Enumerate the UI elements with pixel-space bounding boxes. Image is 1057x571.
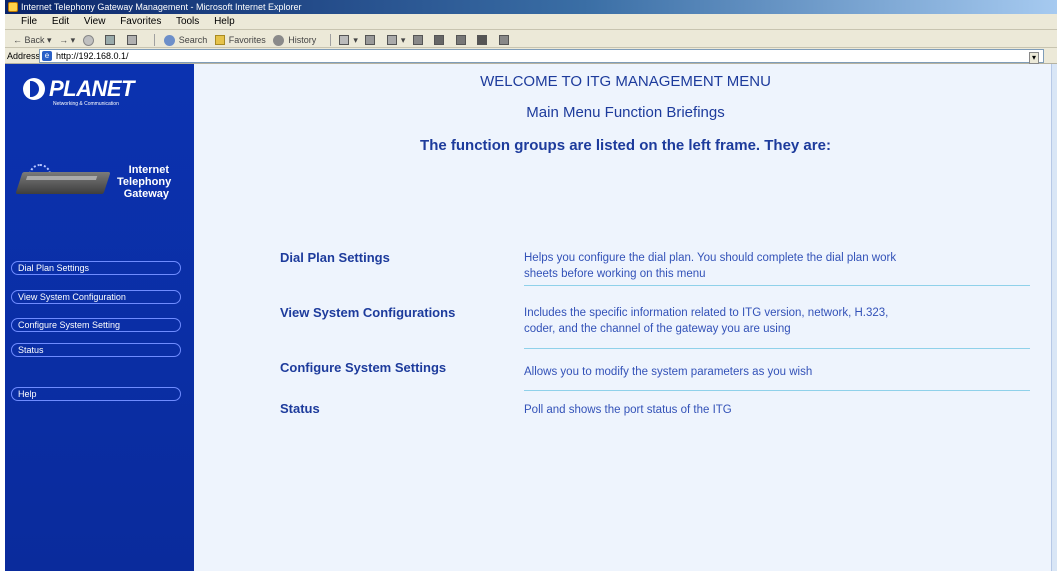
history-button[interactable]: History: [273, 31, 316, 49]
function-description: Includes the specific information relate…: [524, 305, 1034, 337]
sidebar-item-label: Help: [18, 389, 37, 399]
main-frame: WELCOME TO ITG MANAGEMENT MENU Main Menu…: [194, 64, 1057, 571]
address-url: http://192.168.0.1/: [56, 51, 129, 61]
sidebar-item-label: View System Configuration: [18, 292, 126, 302]
function-status[interactable]: Status: [280, 401, 320, 416]
mail-icon[interactable]: ▾: [339, 31, 358, 49]
product-name: Internet Telephony Gateway: [117, 164, 172, 200]
function-divider: [524, 348, 1030, 349]
search-button[interactable]: Search: [163, 31, 208, 49]
sidebar-item-help[interactable]: Help: [11, 387, 181, 401]
left-frame: PLANET Networking & Communication Intern…: [5, 64, 194, 571]
function-description-line: sheets before working on this menu: [524, 268, 706, 280]
function-description-line: Allows you to modify the system paramete…: [524, 366, 813, 378]
menu-favorites[interactable]: Favorites: [120, 16, 161, 27]
stop-icon[interactable]: [82, 31, 98, 49]
menu-bar: File Edit View Favorites Tools Help: [5, 14, 1057, 30]
media-icon[interactable]: [477, 31, 491, 49]
function-description-line: Poll and shows the port status of the IT…: [524, 404, 732, 416]
discuss-icon[interactable]: [412, 31, 427, 49]
toolbar-separator: [154, 33, 156, 46]
ie-icon: [8, 2, 18, 12]
menu-tools[interactable]: Tools: [176, 16, 199, 27]
search-label: Search: [178, 34, 208, 45]
function-dial-plan-settings[interactable]: Dial Plan Settings: [280, 250, 390, 265]
edit-icon[interactable]: ▾: [386, 31, 405, 49]
back-label: Back: [24, 34, 45, 45]
menu-file[interactable]: File: [21, 16, 37, 27]
product-name-line-1: Internet: [128, 164, 169, 176]
favorites-icon: [214, 35, 225, 46]
refresh-icon[interactable]: [105, 31, 119, 49]
sidebar-item-label: Dial Plan Settings: [18, 263, 90, 273]
gateway-device-image: [15, 172, 111, 194]
window-title-bar: Internet Telephony Gateway Management - …: [5, 0, 1057, 14]
menu-view[interactable]: View: [84, 16, 106, 27]
planet-logo-icon: [23, 78, 45, 100]
function-description: Helps you configure the dial plan. You s…: [524, 250, 1034, 282]
logo-subtitle: Networking & Communication: [53, 101, 119, 107]
toolbar: ← Back ▾ → ▾ Search Favorites History ▾ …: [5, 30, 1057, 48]
logo-text: PLANET: [49, 76, 135, 101]
messenger-icon[interactable]: [434, 31, 448, 49]
function-description: Allows you to modify the system paramete…: [524, 364, 1034, 380]
favorites-button[interactable]: Favorites: [214, 31, 266, 49]
window-title: Internet Telephony Gateway Management - …: [21, 2, 302, 12]
tools-icon[interactable]: [498, 31, 513, 49]
print-icon[interactable]: [365, 31, 379, 49]
sidebar-item-dial-plan-settings[interactable]: Dial Plan Settings: [11, 261, 181, 275]
history-icon: [273, 34, 285, 46]
address-bar: Address e http://192.168.0.1/ ▾: [5, 48, 1057, 64]
function-description: Poll and shows the port status of the IT…: [524, 402, 1034, 418]
sidebar-item-status[interactable]: Status: [11, 343, 181, 357]
function-view-system-configurations[interactable]: View System Configurations: [280, 305, 455, 320]
forward-button[interactable]: → ▾: [59, 31, 75, 49]
product-name-line-2: Telephony: [117, 176, 172, 188]
sidebar-item-configure-system-setting[interactable]: Configure System Setting: [11, 318, 181, 332]
function-description-line: Helps you configure the dial plan. You s…: [524, 252, 897, 264]
function-description-line: coder, and the channel of the gateway yo…: [524, 323, 791, 335]
address-label: Address: [7, 51, 41, 61]
home-icon[interactable]: [126, 31, 141, 49]
page-subtitle: Main Menu Function Briefings: [526, 104, 725, 121]
page-icon: e: [42, 51, 52, 61]
research-icon[interactable]: [455, 31, 470, 49]
sidebar-item-label: Configure System Setting: [18, 320, 121, 330]
function-description-line: Includes the specific information relate…: [524, 307, 889, 319]
page-title: WELCOME TO ITG MANAGEMENT MENU: [480, 73, 771, 90]
scrollbar[interactable]: [1051, 64, 1057, 571]
back-button[interactable]: ← Back ▾: [13, 31, 52, 49]
intro-text: The function groups are listed on the le…: [420, 137, 831, 154]
function-divider: [524, 390, 1030, 391]
search-icon: [163, 34, 175, 46]
favorites-label: Favorites: [228, 34, 266, 45]
address-input[interactable]: e http://192.168.0.1/ ▾: [39, 49, 1044, 64]
sidebar-item-view-system-configuration[interactable]: View System Configuration: [11, 290, 181, 304]
menu-help[interactable]: Help: [214, 16, 235, 27]
function-divider: [524, 285, 1030, 286]
menu-edit[interactable]: Edit: [52, 16, 69, 27]
sidebar-item-label: Status: [18, 345, 44, 355]
toolbar-separator: [329, 33, 331, 46]
product-name-line-3: Gateway: [123, 188, 169, 200]
history-label: History: [288, 34, 317, 45]
function-configure-system-settings[interactable]: Configure System Settings: [280, 360, 446, 375]
address-dropdown-icon[interactable]: ▾: [1029, 52, 1039, 64]
